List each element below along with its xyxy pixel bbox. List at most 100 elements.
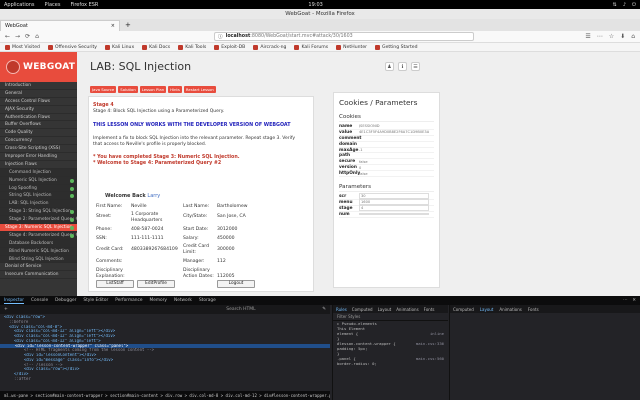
new-tab-button[interactable]: + — [120, 20, 136, 31]
applications-menu[interactable]: Applications — [4, 2, 35, 8]
lesson-button[interactable]: Hints — [168, 86, 182, 93]
menu-category[interactable]: Access Control Flaws — [0, 98, 77, 106]
menu-category[interactable]: Improper Error Handling — [0, 153, 77, 161]
menu-category[interactable]: Cross-Site Scripting (XSS) — [0, 145, 77, 154]
box-tab[interactable]: Layout — [480, 307, 494, 312]
overflow-icon[interactable]: ⋯ — [597, 33, 603, 40]
reload-button[interactable]: ⟳ — [25, 33, 30, 40]
menu-lesson[interactable]: Blind Numeric SQL Injection — [0, 247, 77, 256]
filter-styles-input[interactable]: Filter Styles — [333, 313, 448, 321]
menu-category[interactable]: Insecure Communication — [0, 271, 77, 280]
user-icon[interactable]: ♟ — [385, 62, 394, 71]
devtools-tab[interactable]: Console — [31, 298, 48, 303]
welcome-stage-message: * Welcome to Stage 4: Parameterized Quer… — [93, 161, 222, 166]
eyedropper-icon[interactable]: ✎ — [322, 307, 326, 312]
rules-tab[interactable]: Rules — [336, 307, 347, 312]
lesson-button[interactable]: Lesson Plan — [139, 86, 167, 93]
devtools-tab[interactable]: Storage — [199, 298, 216, 303]
devtools-options-icon[interactable]: ⋯ — [623, 298, 627, 303]
devtools-tab[interactable]: Network — [174, 298, 192, 303]
menu-category[interactable]: Buffer Overflows — [0, 121, 77, 130]
rule-source[interactable]: main.css:560 — [416, 356, 444, 361]
info-icon[interactable]: ℹ — [398, 62, 407, 71]
back-button[interactable]: ← — [5, 33, 10, 40]
menu-category[interactable]: Denial of Service — [0, 263, 77, 272]
bookmark-item[interactable]: Kali Docs — [142, 44, 170, 50]
menu-lesson[interactable]: String SQL Injection — [0, 192, 77, 201]
volume-icon[interactable]: ♪ — [623, 2, 626, 8]
menu-lesson[interactable]: Stage 2: Parameterized Query #1 — [0, 216, 77, 225]
forward-button[interactable]: → — [15, 33, 20, 40]
places-menu[interactable]: Places — [45, 2, 61, 8]
tab-webgoat[interactable]: WebGoat × — [0, 20, 120, 31]
menu-category[interactable]: Code Quality — [0, 129, 77, 138]
menu-lesson[interactable]: Command Injection — [0, 168, 77, 177]
menu-lesson[interactable]: Database Backdoors — [0, 239, 77, 248]
menu-category[interactable]: Introduction — [0, 82, 77, 90]
menu-lesson[interactable]: Stage 4: Parameterized Query #2 — [0, 231, 77, 240]
bookmark-item[interactable]: Kali Forums — [294, 44, 329, 50]
home-icon[interactable]: ⌂ — [631, 33, 635, 40]
rules-tab[interactable]: Animations — [396, 307, 418, 312]
menu-lesson[interactable]: LAB: SQL Injection — [0, 200, 77, 209]
menu-category[interactable]: General — [0, 90, 77, 98]
close-tab-icon[interactable]: × — [111, 23, 115, 29]
devtools-tab[interactable]: Inspector — [4, 298, 25, 304]
devtools-tab[interactable]: Performance — [115, 298, 142, 303]
rules-tab[interactable]: Computed — [352, 307, 373, 312]
dom-node[interactable]: ::after — [4, 377, 330, 382]
clock[interactable]: 19:03 — [308, 2, 322, 8]
home-button[interactable]: ⌂ — [35, 33, 39, 40]
lesson-button[interactable]: Solution — [118, 86, 138, 93]
rules-tab[interactable]: Layout — [378, 307, 392, 312]
bookmark-item[interactable]: Exploit-DB — [214, 44, 245, 50]
add-node-icon[interactable]: + — [4, 307, 8, 312]
menu-lesson[interactable]: Blind String SQL Injection — [0, 255, 77, 264]
bookmark-item[interactable]: Kali Tools — [178, 44, 206, 50]
menu-category[interactable]: Concurrency — [0, 137, 77, 146]
lesson-button[interactable]: Restart Lesson — [183, 86, 216, 93]
rule-source[interactable]: inline — [430, 331, 444, 336]
devtools-tab[interactable]: Memory — [150, 298, 167, 303]
bookmark-item[interactable]: Most Visited — [5, 44, 40, 50]
menu-category[interactable]: AJAX Security — [0, 106, 77, 114]
rule-source[interactable]: main.css:336 — [416, 341, 444, 346]
bookmark-item[interactable]: Kali Linux — [105, 44, 134, 50]
box-tab[interactable]: Fonts — [528, 307, 539, 312]
bookmark-star-icon[interactable]: ☆ — [609, 33, 614, 40]
search-html-input[interactable]: Search HTML — [226, 307, 316, 312]
list-icon[interactable]: ☰ — [411, 62, 420, 71]
info-icon[interactable]: ⓘ — [218, 33, 223, 40]
rules-tab[interactable]: Fonts — [424, 307, 435, 312]
css-rule-line[interactable]: border-radius: 0; — [333, 361, 448, 366]
devtools-tab[interactable]: Style Editor — [83, 298, 108, 303]
network-icon[interactable]: ⇅ — [613, 2, 617, 8]
menu-lesson[interactable]: Log Spoofing — [0, 184, 77, 193]
menu-category[interactable]: Authentication Flaws — [0, 114, 77, 122]
menu-lesson[interactable]: Stage 1: String SQL Injection — [0, 208, 77, 217]
bookmark-item[interactable]: Aircrack-ng — [253, 44, 286, 50]
menu-lesson[interactable]: Numeric SQL Injection — [0, 176, 77, 185]
dom-breadcrumb[interactable]: ml.ws-pane > section#main-content-wrappe… — [0, 391, 330, 400]
bookmark-item[interactable]: Offensive Security — [47, 44, 97, 50]
menu-category[interactable]: Injection Flaws — [0, 161, 77, 169]
logout-button[interactable]: Logout — [217, 280, 255, 288]
menu-icon[interactable]: ☰ — [585, 33, 590, 40]
bookmark-item[interactable]: Getting Started — [375, 44, 418, 50]
list-staff-button[interactable]: ListStaff — [96, 280, 134, 288]
download-icon[interactable]: ⬇ — [620, 33, 625, 40]
devtools-tab[interactable]: Debugger — [55, 298, 76, 303]
box-tab[interactable]: Computed — [453, 307, 474, 312]
url-bar[interactable]: ⓘ localhost:8080/WebGoat/start.mvc#attac… — [213, 32, 474, 41]
webgoat-logo[interactable]: WEBGOAT — [0, 52, 77, 82]
firefox-app-label[interactable]: Firefox ESR — [70, 2, 98, 8]
menu-lesson[interactable]: Stage 3: Numeric SQL Injection — [0, 224, 77, 232]
bookmark-label: Kali Forums — [301, 44, 329, 50]
lesson-button[interactable]: Java Source — [90, 86, 117, 93]
url-host: localhost — [225, 34, 251, 39]
power-icon[interactable]: ⏻ — [632, 2, 636, 8]
edit-profile-button[interactable]: EditProfile — [137, 280, 175, 288]
box-tab[interactable]: Animations — [499, 307, 521, 312]
bookmark-item[interactable]: NetHunter — [336, 44, 367, 50]
close-devtools-icon[interactable]: ✕ — [632, 298, 636, 303]
